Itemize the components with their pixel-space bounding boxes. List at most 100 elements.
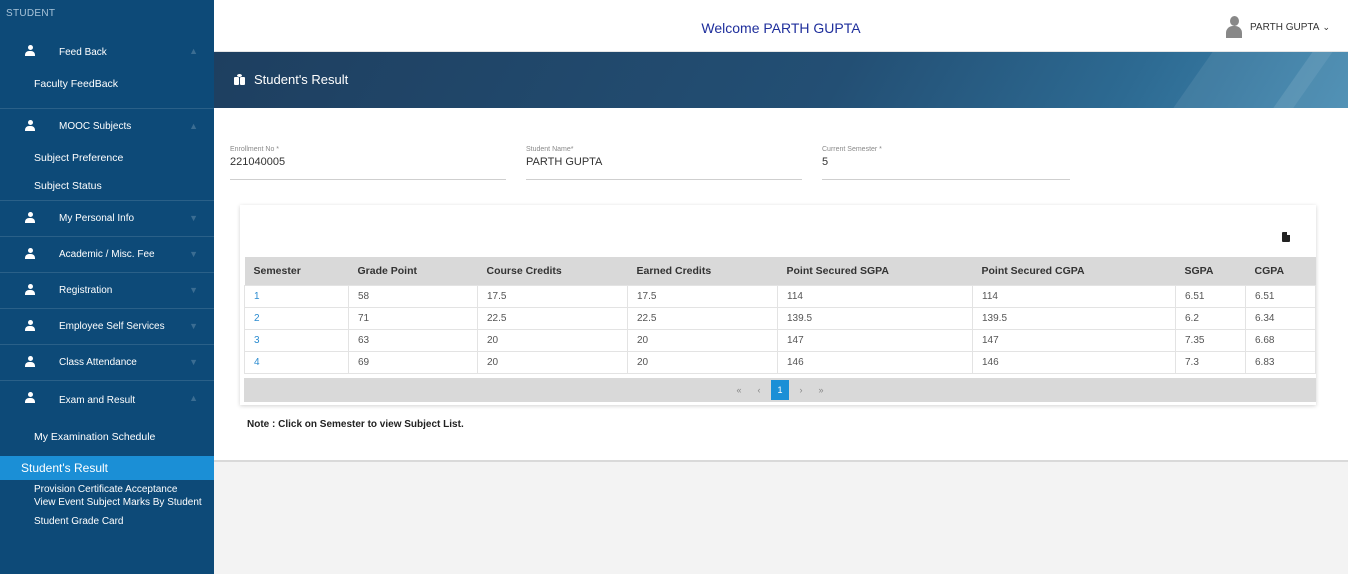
field-value: 5 xyxy=(822,156,829,168)
page-title-text: Student's Result xyxy=(254,72,349,87)
sidebar-item-event-subject-marks[interactable]: View Event Subject Marks By Student xyxy=(0,497,214,508)
semester-link[interactable]: 3 xyxy=(244,328,349,352)
column-header[interactable]: Point Secured SGPA xyxy=(777,257,973,285)
chevron-down-icon: ▼ xyxy=(189,321,198,331)
user-icon xyxy=(25,212,35,224)
sidebar-group-label: My Personal Info xyxy=(59,213,135,224)
field-value: PARTH GUPTA xyxy=(526,156,603,168)
table-cell: 20 xyxy=(627,328,778,352)
chevron-down-icon: ▼ xyxy=(189,357,198,367)
table-cell: 22.5 xyxy=(477,306,628,330)
sidebar-item-student-grade-card[interactable]: Student Grade Card xyxy=(0,516,214,527)
table-cell: 71 xyxy=(348,306,478,330)
chevron-up-icon: ▲ xyxy=(189,393,198,403)
table-cell: 139.5 xyxy=(777,306,973,330)
semester-link[interactable]: 4 xyxy=(244,350,349,374)
table-cell: 7.3 xyxy=(1175,350,1246,374)
table-cell: 146 xyxy=(777,350,973,374)
field-value: 221040005 xyxy=(230,156,286,168)
enrollment-field[interactable]: Enrollment No * 221040005 xyxy=(230,146,506,180)
last-page-button[interactable]: » xyxy=(813,385,829,395)
table-cell: 139.5 xyxy=(972,306,1176,330)
sidebar-group-label: Feed Back xyxy=(59,46,107,58)
sidebar-item-faculty-feedback[interactable]: Faculty FeedBack xyxy=(0,70,214,98)
book-reader-icon xyxy=(234,74,246,85)
chevron-up-icon: ▲ xyxy=(189,121,198,131)
current-semester-field[interactable]: Current Semester * 5 xyxy=(822,146,1070,180)
sidebar-group-mooc[interactable]: MOOC Subjects ▲ xyxy=(0,108,214,144)
user-menu[interactable]: PARTH GUPTA ⌄ xyxy=(1226,16,1330,38)
chevron-up-icon: ▲ xyxy=(189,46,198,56)
semester-link[interactable]: 2 xyxy=(244,306,349,330)
table-cell: 114 xyxy=(972,284,1176,308)
column-header[interactable]: Earned Credits xyxy=(627,257,778,285)
sidebar-item-exam-schedule[interactable]: My Examination Schedule xyxy=(0,420,214,454)
table-header-row: Semester Grade Point Course Credits Earn… xyxy=(244,257,1316,285)
table-cell: 147 xyxy=(972,328,1176,352)
sidebar-group-label: MOOC Subjects xyxy=(59,121,132,132)
sidebar-group-exam-result[interactable]: Exam and Result ▲ xyxy=(0,380,214,420)
table-row: 1 58 17.5 17.5 114 114 6.51 6.51 xyxy=(244,284,1316,308)
table-cell: 20 xyxy=(477,328,628,352)
column-header[interactable]: CGPA xyxy=(1245,257,1316,285)
column-header[interactable]: Course Credits xyxy=(477,257,628,285)
table-cell: 6.2 xyxy=(1175,306,1246,330)
first-page-button[interactable]: « xyxy=(731,385,747,395)
table-cell: 20 xyxy=(477,350,628,374)
page-banner: Student's Result xyxy=(214,52,1348,108)
result-table: Semester Grade Point Course Credits Earn… xyxy=(244,257,1316,374)
sidebar-group-class-attendance[interactable]: Class Attendance ▼ xyxy=(0,344,214,380)
table-cell: 6.68 xyxy=(1245,328,1316,352)
main-content: Enrollment No * 221040005 Student Name* … xyxy=(214,108,1348,462)
table-cell: 20 xyxy=(627,350,778,374)
sidebar-group-employee-self-services[interactable]: Employee Self Services ▼ xyxy=(0,308,214,344)
sidebar-item-provision-certificate[interactable]: Provision Certificate Acceptance xyxy=(0,484,214,495)
sidebar-group-label: Academic / Misc. Fee xyxy=(59,249,155,260)
semester-link[interactable]: 1 xyxy=(244,284,349,308)
prev-page-button[interactable]: ‹ xyxy=(751,385,767,395)
user-icon xyxy=(25,356,35,368)
user-icon xyxy=(25,392,35,404)
sidebar-group-registration[interactable]: Registration ▼ xyxy=(0,272,214,308)
sidebar-item-students-result[interactable]: Student's Result xyxy=(0,456,214,480)
column-header[interactable]: SGPA xyxy=(1175,257,1246,285)
column-header[interactable]: Semester xyxy=(244,257,349,285)
table-cell: 7.35 xyxy=(1175,328,1246,352)
student-name-field[interactable]: Student Name* PARTH GUPTA xyxy=(526,146,802,180)
sidebar-group-personal-info[interactable]: My Personal Info ▼ xyxy=(0,200,214,236)
sidebar-group-label: Exam and Result xyxy=(59,395,136,406)
export-file-icon[interactable] xyxy=(1282,232,1290,242)
table-cell: 6.51 xyxy=(1175,284,1246,308)
chevron-down-icon: ⌄ xyxy=(1322,21,1330,32)
sidebar: STUDENT Feed Back ▲ Faculty FeedBack MOO… xyxy=(0,0,214,574)
sidebar-item-subject-preference[interactable]: Subject Preference xyxy=(0,144,214,172)
chevron-down-icon: ▼ xyxy=(189,285,198,295)
column-header[interactable]: Point Secured CGPA xyxy=(972,257,1176,285)
user-icon xyxy=(25,120,35,132)
page-1-button[interactable]: 1 xyxy=(771,380,789,400)
field-label: Current Semester * xyxy=(822,146,882,153)
sidebar-group-label: Class Attendance xyxy=(59,357,137,368)
column-header[interactable]: Grade Point xyxy=(348,257,478,285)
note-text: Note : Click on Semester to view Subject… xyxy=(247,419,464,430)
result-table-card: Semester Grade Point Course Credits Earn… xyxy=(240,205,1316,405)
sidebar-group-fee[interactable]: Academic / Misc. Fee ▼ xyxy=(0,236,214,272)
user-icon xyxy=(25,284,35,296)
user-name: PARTH GUPTA xyxy=(1250,21,1320,33)
app: STUDENT Feed Back ▲ Faculty FeedBack MOO… xyxy=(0,0,1348,574)
pagination: « ‹ 1 › » xyxy=(244,378,1316,402)
sidebar-group-feedback[interactable]: Feed Back ▲ xyxy=(0,34,214,70)
table-cell: 17.5 xyxy=(627,284,778,308)
sidebar-group-label: Registration xyxy=(59,285,113,296)
page-title: Student's Result xyxy=(234,72,348,87)
table-cell: 6.51 xyxy=(1245,284,1316,308)
user-icon xyxy=(25,320,35,332)
user-icon xyxy=(25,248,35,260)
sidebar-group-label: Employee Self Services xyxy=(59,321,165,332)
table-cell: 6.83 xyxy=(1245,350,1316,374)
next-page-button[interactable]: › xyxy=(793,385,809,395)
table-row: 2 71 22.5 22.5 139.5 139.5 6.2 6.34 xyxy=(244,306,1316,330)
chevron-down-icon: ▼ xyxy=(189,213,198,223)
table-cell: 6.34 xyxy=(1245,306,1316,330)
sidebar-item-subject-status[interactable]: Subject Status xyxy=(0,172,214,200)
